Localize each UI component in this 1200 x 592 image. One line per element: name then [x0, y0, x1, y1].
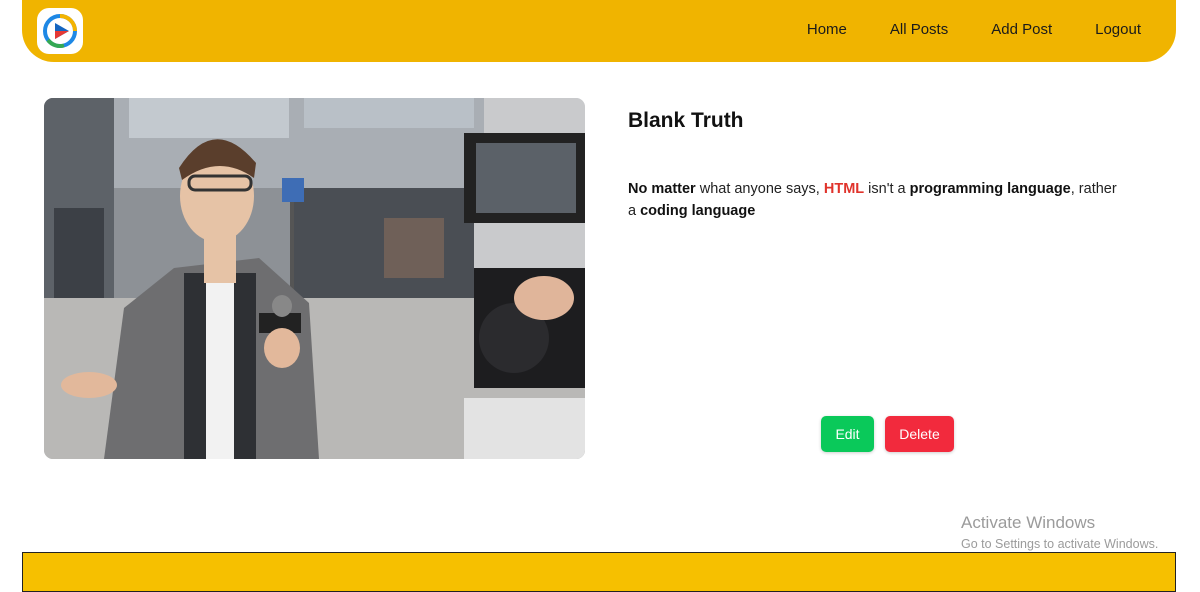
nav-links: Home All Posts Add Post Logout [764, 0, 1141, 58]
body-bold-coding-language: coding language [640, 203, 756, 219]
footer [22, 552, 1176, 592]
post-title: Blank Truth [628, 109, 744, 132]
activate-windows-watermark: Activate Windows Go to Settings to activ… [961, 513, 1158, 553]
navbar: Home All Posts Add Post Logout [22, 0, 1176, 62]
watermark-subtitle: Go to Settings to activate Windows. [961, 537, 1159, 551]
body-highlight-html: HTML [823, 181, 865, 197]
nav-logout-link[interactable]: Logout [1095, 21, 1141, 38]
body-text: what anyone says, [695, 181, 824, 197]
edit-button[interactable]: Edit [821, 416, 874, 452]
nav-home-link[interactable]: Home [807, 21, 847, 38]
nav-all-posts-link[interactable]: All Posts [890, 21, 948, 38]
body-bold-programming-language: programming language [909, 181, 1071, 197]
body-bold-no-matter: No matter [628, 181, 696, 197]
body-text: isn't a [864, 181, 910, 197]
delete-button[interactable]: Delete [885, 416, 954, 452]
watermark-title: Activate Windows [961, 513, 1096, 532]
play-logo-icon[interactable] [37, 8, 83, 54]
nav-add-post-link[interactable]: Add Post [991, 21, 1052, 38]
reporter-photo [44, 98, 585, 459]
post-body: No matter what anyone says, HTML isn't a… [628, 178, 1128, 222]
